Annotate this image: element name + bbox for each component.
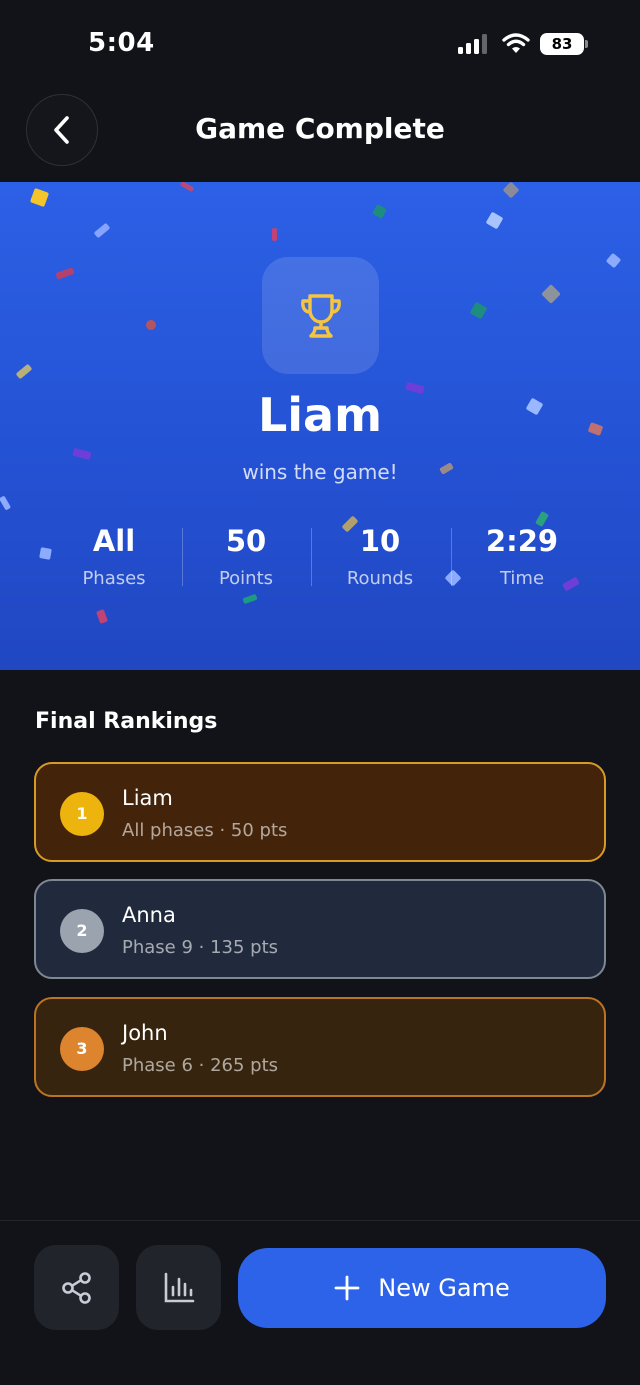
stat-value: 10 [359,524,401,558]
stat-label: Time [499,568,545,589]
stat-time: 2:29 Time [457,522,587,589]
player-detail: All phases · 50 pts [122,820,288,841]
action-bar: New Game [0,1220,640,1385]
stat-points: 50 Points [181,522,311,589]
plus-icon [334,1275,360,1301]
page-title: Game Complete [195,112,445,145]
new-game-label: New Game [378,1274,510,1302]
ranking-card-2[interactable]: 2 Anna Phase 9 · 135 pts [34,879,606,979]
winner-name: Liam [257,388,383,442]
stat-label: Phases [82,568,146,589]
battery-level: 83 [540,33,584,55]
confetti-piece [485,211,504,230]
header: Game Complete [0,90,640,182]
stat-divider [311,528,312,586]
share-button[interactable] [34,1245,119,1330]
player-name: Anna [122,903,176,927]
trophy-icon [300,293,341,338]
ranking-card-1[interactable]: 1 Liam All phases · 50 pts [34,762,606,862]
bar-chart-icon [164,1272,194,1302]
player-name: John [122,1021,168,1045]
player-detail: Phase 9 · 135 pts [122,937,279,958]
stat-rounds: 10 Rounds [315,522,445,589]
rankings-title: Final Rankings [35,709,218,734]
confetti-piece [502,182,520,199]
ranking-card-3[interactable]: 3 John Phase 6 · 265 pts [34,997,606,1097]
rank-badge: 2 [60,909,104,953]
status-time: 5:04 [88,28,155,58]
confetti-piece [29,187,50,208]
confetti-piece [146,320,156,330]
winner-subtitle: wins the game! [242,460,398,484]
confetti-piece [272,228,277,241]
confetti-piece [179,182,195,193]
rank-badge: 3 [60,1027,104,1071]
status-bar: 5:04 83 [0,0,640,90]
confetti-piece [0,495,12,511]
stat-value: 2:29 [485,524,559,558]
confetti-piece [72,447,92,461]
winner-banner: Liam wins the game! All Phases 50 Points… [0,182,640,670]
share-icon [61,1271,91,1304]
confetti-piece [15,363,33,380]
stat-divider [451,528,452,586]
confetti-piece [371,203,388,220]
battery-icon: 83 [540,33,588,55]
new-game-button[interactable]: New Game [238,1248,606,1328]
stat-value: 50 [225,524,267,558]
player-detail: Phase 6 · 265 pts [122,1055,279,1076]
stat-phases: All Phases [49,522,179,589]
stat-label: Rounds [346,568,414,589]
confetti-piece [469,301,488,320]
player-name: Liam [122,786,173,810]
confetti-piece [93,222,111,239]
stat-label: Points [218,568,274,589]
confetti-piece [605,252,622,269]
cellular-signal-icon [458,34,487,54]
game-stats: All Phases 50 Points 10 Rounds 2:29 Time [44,522,596,602]
wifi-icon [502,33,530,53]
rank-badge: 1 [60,792,104,836]
stats-button[interactable] [136,1245,221,1330]
confetti-piece [541,284,561,304]
confetti-piece [55,267,75,280]
confetti-piece [96,609,108,624]
stat-value: All [92,524,136,558]
trophy-badge [262,257,379,374]
